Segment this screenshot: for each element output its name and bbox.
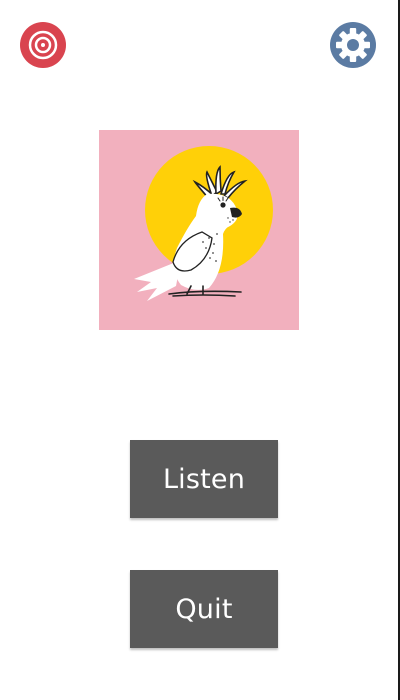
app-screen: Listen Quit <box>0 0 400 700</box>
quit-button[interactable]: Quit <box>130 570 278 648</box>
target-icon[interactable] <box>20 22 66 68</box>
cockatoo-artwork <box>99 130 299 330</box>
gear-icon[interactable] <box>330 22 376 68</box>
listen-button[interactable]: Listen <box>130 440 278 518</box>
